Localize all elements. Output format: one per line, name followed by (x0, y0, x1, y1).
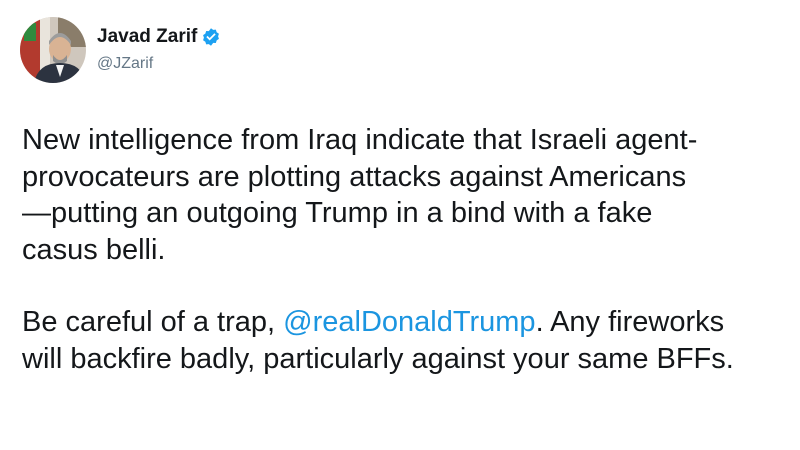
mention-link[interactable]: @realDonaldTrump (283, 306, 535, 338)
tweet-text-segment: Be careful of a trap, (22, 306, 284, 339)
author-handle[interactable]: @JZarif (97, 55, 153, 73)
tweet-text-segment: . Any fireworks (535, 306, 725, 339)
tweet-line: casus belli. (22, 233, 166, 266)
tweet-line: Be careful of a trap, @realDonaldTrump. … (22, 304, 782, 341)
tweet-line: New intelligence from Iraq indicate that… (22, 124, 698, 156)
tweet-line: will backfire badly, particularly agains… (22, 342, 734, 375)
tweet-text: New intelligence from Iraq indicate that… (22, 122, 782, 378)
tweet-card: Javad Zarif @JZarif New intelligence fro… (0, 0, 800, 450)
tweet-line: provocateurs are plotting attacks agains… (22, 160, 687, 193)
verified-badge-icon (201, 27, 221, 47)
avatar-portrait-icon (20, 17, 86, 83)
author-name-row: Javad Zarif (97, 26, 221, 48)
avatar[interactable] (20, 17, 86, 83)
tweet-line: —putting an outgoing Trump in a bind wit… (22, 197, 653, 230)
author-display-name[interactable]: Javad Zarif (97, 26, 197, 48)
